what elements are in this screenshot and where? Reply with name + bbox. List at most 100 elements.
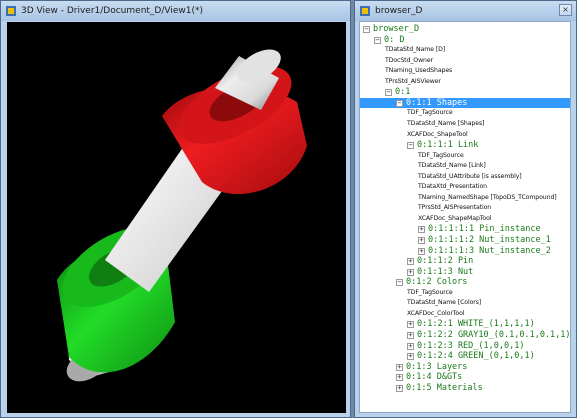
tree-attribute[interactable]: TDataStd_Name [Colors] <box>360 298 570 308</box>
close-icon[interactable]: × <box>559 4 572 16</box>
tree-attribute[interactable]: TDocStd_Owner <box>360 56 570 66</box>
collapse-icon[interactable]: − <box>363 26 370 33</box>
tree-attribute[interactable]: TDataXtd_Presentation <box>360 182 570 192</box>
tree-attribute[interactable]: TDF_TagSource <box>360 108 570 118</box>
tree-node[interactable]: −0: D <box>360 35 570 45</box>
expand-icon[interactable]: + <box>407 321 414 329</box>
tree-attribute[interactable]: XCAFDoc_ColorTool <box>360 309 570 319</box>
tree-node-label: TDataXtd_Presentation <box>418 183 487 191</box>
window-controls: × <box>559 4 572 16</box>
expand-icon[interactable]: + <box>396 384 403 392</box>
3d-viewport[interactable] <box>7 22 346 413</box>
3d-scene <box>57 49 307 382</box>
tree-node-label: TDF_TagSource <box>407 288 453 296</box>
tree-node[interactable]: +0:1:2:2 GRAY10_(0.1,0.1,0.1,1) <box>360 330 570 340</box>
browser-titlebar[interactable]: browser_D × <box>355 1 576 21</box>
tree-node-label: XCAFDoc_ShapeMapTool <box>418 214 492 222</box>
tree-node[interactable]: +0:1:5 Materials <box>360 383 570 393</box>
tree-node-label: XCAFDoc_ColorTool <box>407 309 465 317</box>
tree-node-label: TDataStd_UAttribute [is assembly] <box>418 172 522 180</box>
collapse-icon[interactable]: − <box>407 142 414 150</box>
tree-node[interactable]: +0:1:1:1:2 Nut_instance_1 <box>360 235 570 245</box>
tree-node-label: TDocStd_Owner <box>385 56 434 64</box>
tree-node[interactable]: +0:1:3 Layers <box>360 362 570 372</box>
expand-icon[interactable]: + <box>407 342 414 350</box>
tree-node[interactable]: +0:1:2:4 GREEN_(0,1,0,1) <box>360 351 570 361</box>
expand-icon[interactable]: + <box>418 226 425 234</box>
expand-icon[interactable]: + <box>418 237 425 244</box>
tree-attribute[interactable]: TDataStd_Name [Link] <box>360 161 570 171</box>
expand-icon[interactable]: + <box>407 258 414 266</box>
tree-node-label: 0:1:2 Colors <box>406 277 468 288</box>
collapse-icon[interactable]: − <box>374 36 381 44</box>
tree-node-label: 0:1:2:3 RED_(1,0,0,1) <box>417 340 525 351</box>
tree-node[interactable]: −0:1 <box>360 87 570 97</box>
tree-node-label: TDF_TagSource <box>407 109 453 117</box>
tree-node-label: 0:1:1 Shapes <box>406 97 468 108</box>
tree-node-label: TDataStd_Name [D] <box>385 46 446 54</box>
tree-attribute[interactable]: TPrsStd_AISPresentation <box>360 203 570 213</box>
view3d-titlebar[interactable]: 3D View - Driver1/Document_D/View1(*) <box>1 1 350 21</box>
tree-node[interactable]: +0:1:1:2 Pin <box>360 256 570 266</box>
tree-node-label: 0:1:1:3 Nut <box>417 266 474 277</box>
tree-node[interactable]: +0:1:1:1:1 Pin_instance <box>360 224 570 234</box>
tree-node-label: XCAFDoc_ShapeTool <box>407 130 468 138</box>
tree-node[interactable]: −0:1:2 Colors <box>360 277 570 287</box>
tree-node-label: 0:1:2:4 GREEN_(0,1,0,1) <box>417 351 535 362</box>
collapse-icon[interactable]: − <box>396 279 403 287</box>
expand-icon[interactable]: + <box>396 363 403 371</box>
tree-attribute[interactable]: TDataStd_Name [D] <box>360 45 570 55</box>
expand-icon[interactable]: + <box>407 331 414 339</box>
tree-node[interactable]: +0:1:4 D&GTs <box>360 372 570 382</box>
view3d-title: 3D View - Driver1/Document_D/View1(*) <box>21 6 203 16</box>
tree-node[interactable]: +0:1:1:3 Nut <box>360 267 570 277</box>
app-icon <box>360 6 370 16</box>
tree-attribute[interactable]: TPrsStd_AISViewer <box>360 77 570 87</box>
tree-attribute[interactable]: XCAFDoc_ShapeMapTool <box>360 214 570 224</box>
tree-node-label: TDataStd_Name [Colors] <box>407 299 482 307</box>
tree-node[interactable]: −0:1:1 Shapes <box>360 97 570 108</box>
collapse-icon[interactable]: − <box>385 89 392 97</box>
tree-attribute[interactable]: TDataStd_UAttribute [is assembly] <box>360 172 570 182</box>
expand-icon[interactable]: + <box>407 268 414 276</box>
tree-node-label: 0:1:2:1 WHITE_(1,1,1,1) <box>417 319 535 330</box>
tree-node[interactable]: −0:1:1:1 Link <box>360 140 570 150</box>
tree-attribute[interactable]: TNaming_NamedShape [TopoDS_TCompound] <box>360 193 570 203</box>
tree-node-label: 0:1:1:1:1 Pin_instance <box>428 224 541 235</box>
tree-node-label: TPrsStd_AISViewer <box>385 77 441 85</box>
tree-node-label: 0:1:3 Layers <box>406 361 468 372</box>
tree-node-label: 0: D <box>384 34 405 45</box>
app-icon <box>6 6 16 16</box>
tree-node-label: TNaming_UsedShapes <box>385 67 453 75</box>
tree-node-label: TPrsStd_AISPresentation <box>418 204 492 212</box>
tree-attribute[interactable]: XCAFDoc_ShapeTool <box>360 130 570 140</box>
tree-node-label: TDataStd_Name [Shapes] <box>407 119 485 127</box>
tree-attribute[interactable]: TDataStd_Name [Shapes] <box>360 119 570 129</box>
tree-node-label: 0:1:1:1 Link <box>417 140 479 151</box>
tree-node-label: 0:1 <box>395 87 411 98</box>
tree-node-label: 0:1:1:2 Pin <box>417 256 474 267</box>
tree-attribute[interactable]: TNaming_UsedShapes <box>360 66 570 76</box>
view3d-window: 3D View - Driver1/Document_D/View1(*) <box>0 0 351 418</box>
tree-node-label: 0:1:5 Materials <box>406 382 483 393</box>
tree-node[interactable]: +0:1:2:3 RED_(1,0,0,1) <box>360 341 570 351</box>
tree-node-label: 0:1:4 D&GTs <box>406 372 463 383</box>
tree-node-label: TNaming_NamedShape [TopoDS_TCompound] <box>418 193 557 201</box>
tree-node[interactable]: +0:1:1:1:3 Nut_instance_2 <box>360 246 570 256</box>
tree-node-label: 0:1:2:2 GRAY10_(0.1,0.1,0.1,1) <box>417 329 571 340</box>
expand-icon[interactable]: + <box>396 374 403 382</box>
tree-attribute[interactable]: TDF_TagSource <box>360 151 570 161</box>
tree-node-label: 0:1:1:1:3 Nut_instance_2 <box>428 245 551 256</box>
tree-node-label: 0:1:1:1:2 Nut_instance_1 <box>428 235 551 245</box>
collapse-icon[interactable]: − <box>396 99 403 107</box>
expand-icon[interactable]: + <box>418 247 425 255</box>
tree-node-label: browser_D <box>373 24 420 34</box>
browser-window: browser_D × − browser_D −0: D TDataStd_Name… <box>354 0 577 418</box>
browser-title: browser_D <box>375 6 423 16</box>
document-tree[interactable]: − browser_D −0: D TDataStd_Name [D] TDocStd_… <box>359 21 571 413</box>
tree-node[interactable]: +0:1:2:1 WHITE_(1,1,1,1) <box>360 319 570 329</box>
expand-icon[interactable]: + <box>407 353 414 361</box>
tree-attribute[interactable]: TDF_TagSource <box>360 288 570 298</box>
tree-node-label: TDataStd_Name [Link] <box>418 162 486 170</box>
tree-node[interactable]: − browser_D <box>360 24 570 34</box>
